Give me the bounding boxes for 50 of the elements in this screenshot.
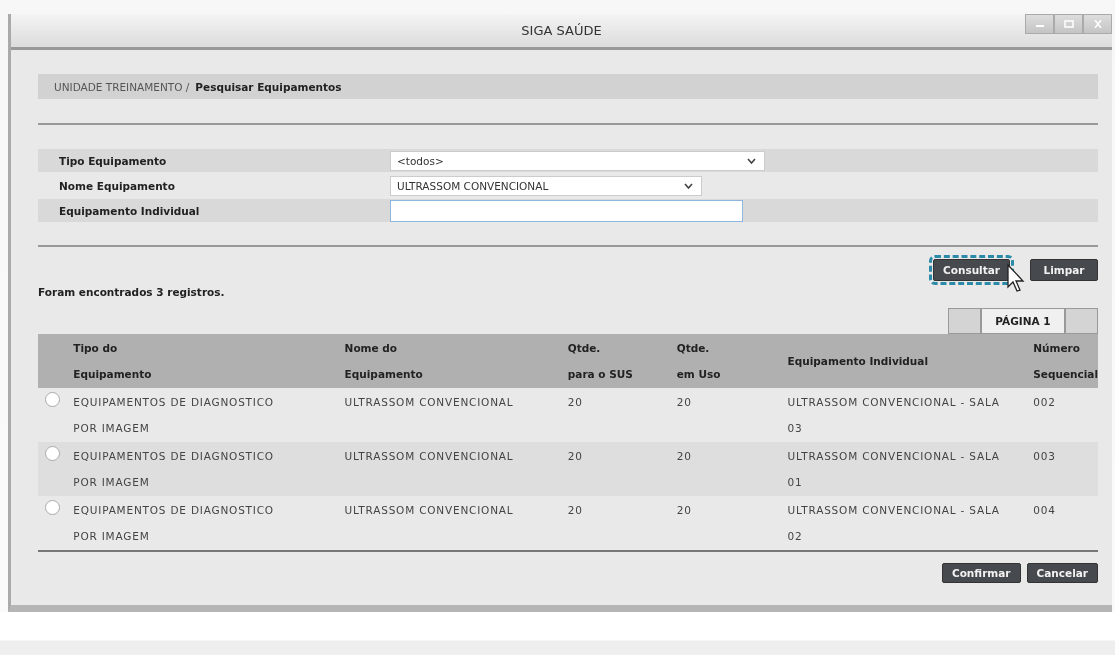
table-cell: 20	[567, 442, 677, 496]
field-label: Equipamento Individual	[58, 204, 201, 217]
radio-button[interactable]	[45, 392, 60, 407]
table-cell: 20	[567, 388, 677, 442]
action-button[interactable]: Limpar	[1030, 259, 1098, 281]
radio-button[interactable]	[45, 500, 60, 515]
table-cell: ULTRASSOM CONVENCIONAL	[342, 442, 568, 496]
table-cell: 20	[676, 388, 788, 442]
minimize-button[interactable]	[1025, 14, 1054, 34]
table-cell: 002	[1033, 388, 1098, 442]
chevron-down-icon	[684, 182, 693, 189]
table-cell: 20	[676, 496, 788, 551]
table-cell: ULTRASSOM CONVENCIONAL	[342, 496, 568, 551]
chevron-down-icon	[747, 157, 756, 164]
result-count: Foram encontrados 3 registros.	[38, 286, 225, 298]
column-header: Equipamento Individual	[787, 334, 1034, 388]
breadcrumb-current: Pesquisar Equipamentos	[195, 80, 342, 93]
breadcrumb-link[interactable]: UNIDADE TREINAMENTO /	[54, 80, 190, 93]
table-cell: 20	[676, 442, 788, 496]
column-header: Qtde. em Uso	[676, 334, 788, 388]
dropdown-field[interactable]: ULTRASSOM CONVENCIONAL	[390, 175, 702, 196]
footer-button[interactable]: Cancelar	[1026, 563, 1098, 583]
table-cell: EQUIPAMENTOS DE DIAGNOSTICO POR IMAGEM	[73, 442, 343, 496]
table-cell: ULTRASSOM CONVENCIONAL - SALA 03	[787, 388, 1034, 442]
table-cell: ULTRASSOM CONVENCIONAL - SALA 02	[787, 496, 1034, 551]
close-icon	[1092, 20, 1103, 28]
dropdown-field[interactable]: <todos>	[390, 150, 765, 171]
previous-page-button[interactable]	[948, 308, 981, 334]
maximize-button[interactable]	[1054, 14, 1083, 34]
column-header: Número Sequencial	[1033, 334, 1098, 388]
field-label: Tipo Equipamento	[58, 154, 168, 167]
window-title: SIGA SAÚDE	[521, 23, 602, 38]
column-header: Nome do Equipamento	[342, 334, 568, 388]
close-button[interactable]	[1083, 14, 1112, 34]
maximize-icon	[1063, 20, 1074, 28]
table-cell: 004	[1033, 496, 1098, 551]
column-header: Qtde. para o SUS	[567, 334, 677, 388]
table-cell: 20	[567, 496, 677, 551]
page-label: PÁGINA 1	[981, 308, 1065, 334]
table-cell: EQUIPAMENTOS DE DIAGNOSTICO POR IMAGEM	[73, 388, 343, 442]
column-header: Tipo do Equipamento	[73, 334, 343, 388]
table-cell: ULTRASSOM CONVENCIONAL	[342, 388, 568, 442]
table-cell: EQUIPAMENTOS DE DIAGNOSTICO POR IMAGEM	[73, 496, 343, 551]
input-field[interactable]	[390, 199, 743, 222]
footer-button[interactable]: Confirmar	[941, 563, 1021, 583]
table-cell: ULTRASSOM CONVENCIONAL - SALA 01	[787, 442, 1034, 496]
radio-button[interactable]	[45, 446, 60, 461]
next-page-button[interactable]	[1065, 308, 1098, 334]
table-cell: 003	[1033, 442, 1098, 496]
field-label: Nome Equipamento	[58, 179, 176, 192]
